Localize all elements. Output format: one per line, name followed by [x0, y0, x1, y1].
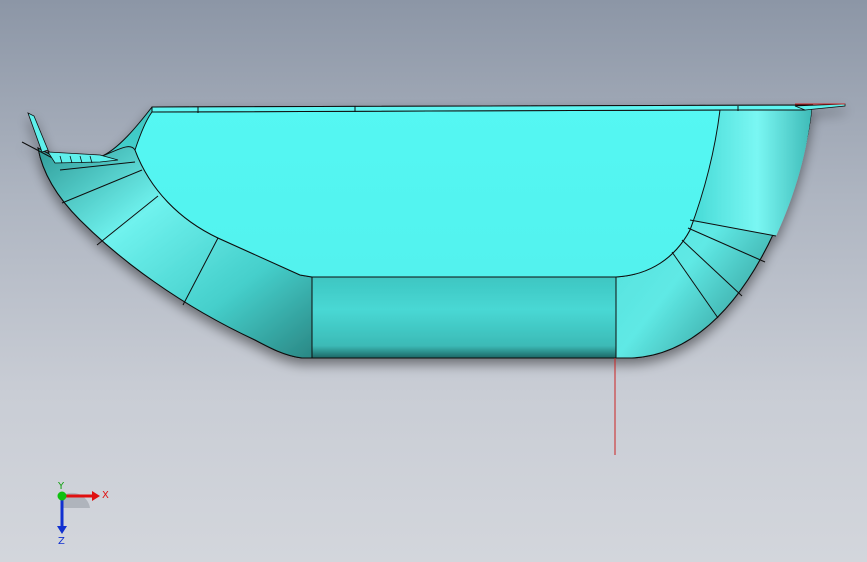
x-axis-arrowhead	[92, 491, 100, 501]
part-body[interactable]	[21, 103, 846, 359]
bottom-flat-face[interactable]	[311, 276, 617, 359]
reference-triad[interactable]: X Y Z	[40, 478, 120, 548]
y-axis-dot	[57, 491, 67, 501]
x-axis-label: X	[102, 490, 109, 501]
z-axis-label: Z	[58, 536, 65, 547]
graphics-viewport[interactable]: X Y Z	[0, 0, 867, 562]
part-model[interactable]	[0, 0, 867, 562]
z-axis-arrowhead	[57, 526, 67, 534]
y-axis-label: Y	[57, 481, 65, 492]
